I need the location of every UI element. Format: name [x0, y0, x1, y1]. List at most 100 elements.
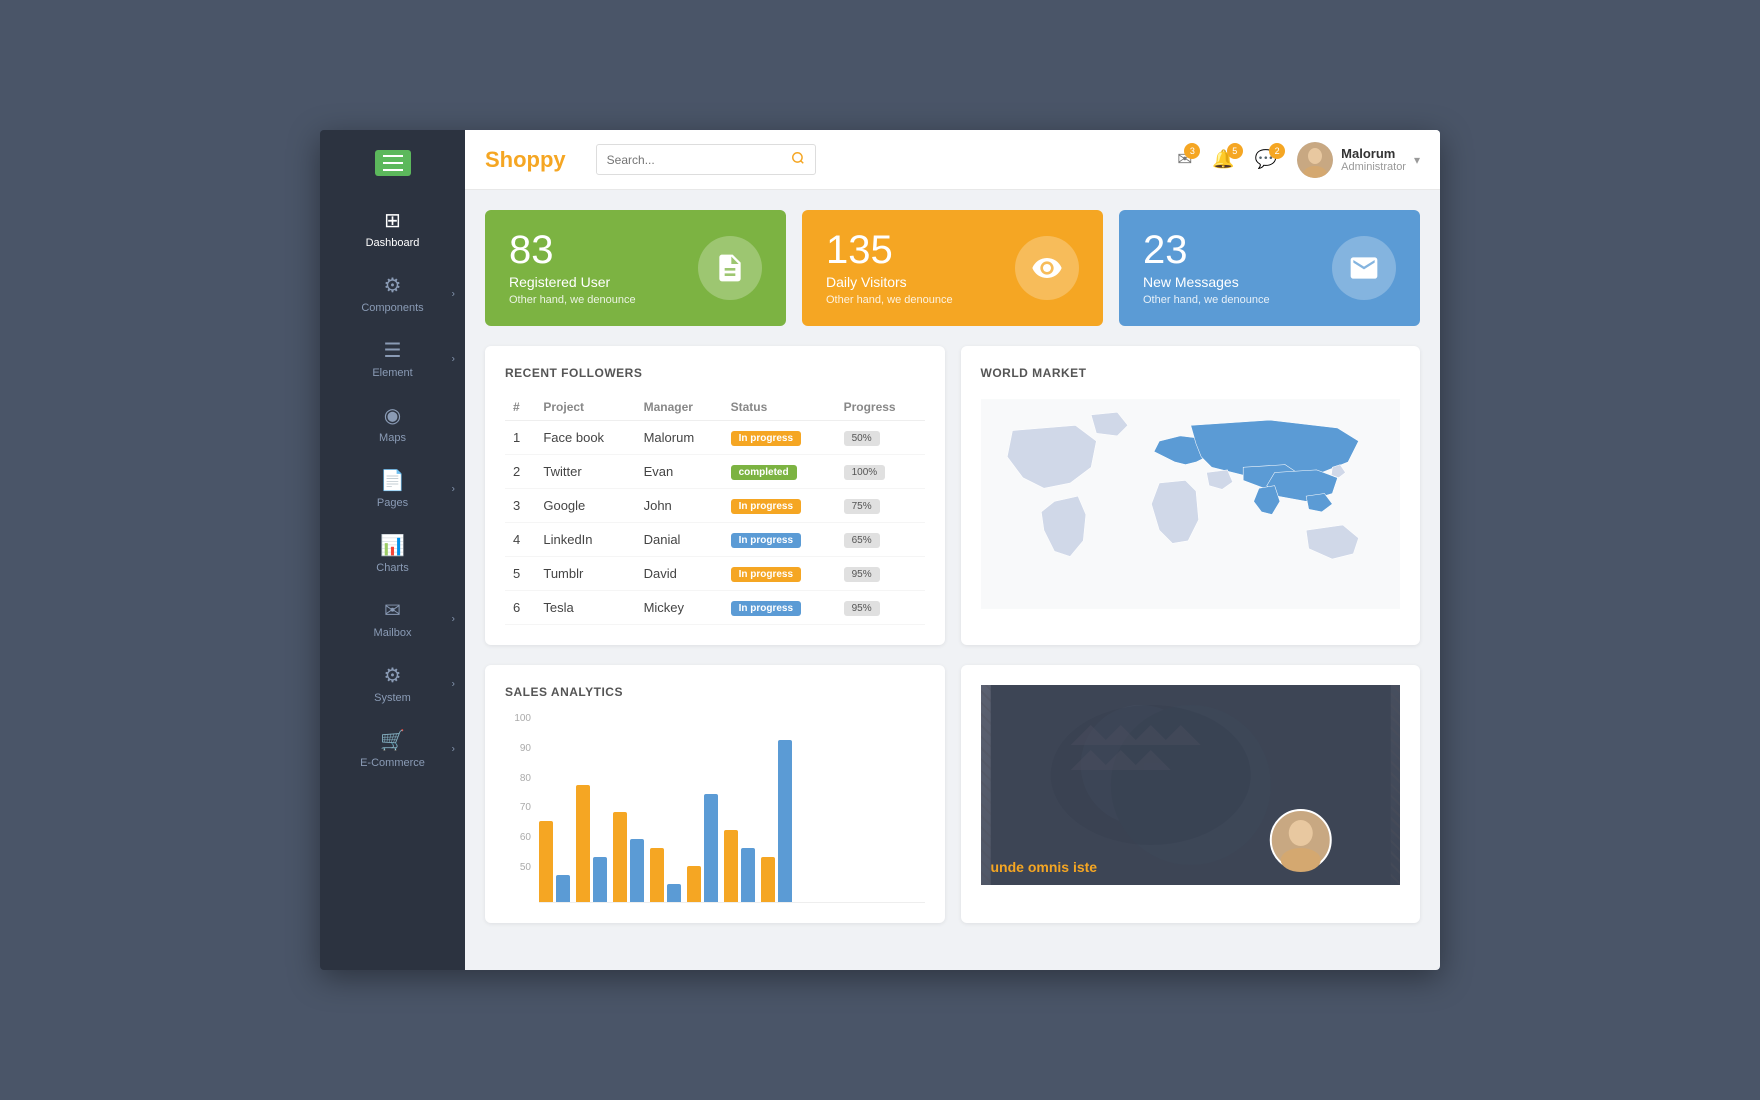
stat-card-left-messages: 23 New Messages Other hand, we denounce: [1143, 230, 1270, 306]
sidebar-item-label: Pages: [377, 497, 408, 509]
user-profile[interactable]: Malorum Administrator ▾: [1297, 142, 1420, 178]
chart-bars: [539, 723, 925, 903]
sidebar-item-components[interactable]: ⚙ Components ›: [320, 261, 465, 326]
cell-status: In progress: [723, 557, 836, 591]
bar-orange: [576, 785, 590, 902]
cell-status: In progress: [723, 591, 836, 625]
table-row: 5 Tumblr David In progress 95%: [505, 557, 925, 591]
sidebar-item-label: Charts: [376, 562, 408, 574]
sidebar-item-label: Components: [361, 302, 423, 314]
cell-status: completed: [723, 455, 836, 489]
cell-num: 6: [505, 591, 535, 625]
stat-label-messages: New Messages: [1143, 274, 1270, 290]
world-map-svg: [981, 394, 1401, 614]
cell-project: Twitter: [535, 455, 635, 489]
sidebar-item-element[interactable]: ☰ Element ›: [320, 326, 465, 391]
bar-orange: [687, 866, 701, 902]
bar-blue: [667, 884, 681, 902]
stat-icon-registered: [698, 236, 762, 300]
bar-group: [687, 794, 718, 902]
table-row: 1 Face book Malorum In progress 50%: [505, 421, 925, 455]
maps-icon: ◉: [384, 403, 401, 428]
notifications-badge: 3: [1184, 143, 1200, 159]
progress-badge: 95%: [844, 601, 880, 616]
col-status: Status: [723, 394, 836, 421]
user-role: Administrator: [1341, 161, 1406, 173]
bar-orange: [724, 830, 738, 902]
sidebar-item-system[interactable]: ⚙ System ›: [320, 651, 465, 716]
sidebar: ⊞ Dashboard ⚙ Components › ☰ Element › ◉…: [320, 130, 465, 970]
cell-manager: Danial: [636, 523, 723, 557]
cell-manager: David: [636, 557, 723, 591]
cell-progress: 95%: [836, 591, 925, 625]
bottom-section: SALES ANALYTICS 100 90 80 70 60 50: [485, 665, 1420, 923]
stat-label-visitors: Daily Visitors: [826, 274, 953, 290]
sidebar-item-dashboard[interactable]: ⊞ Dashboard: [320, 196, 465, 261]
messages-button[interactable]: 💬 2: [1255, 149, 1277, 170]
col-num: #: [505, 394, 535, 421]
app-wrapper: ⊞ Dashboard ⚙ Components › ☰ Element › ◉…: [320, 130, 1440, 970]
mailbox-icon: ✉: [384, 598, 401, 623]
bar-group: [724, 830, 755, 902]
cell-progress: 100%: [836, 455, 925, 489]
components-icon: ⚙: [384, 273, 402, 298]
notifications-button[interactable]: ✉ 3: [1177, 149, 1192, 170]
cell-progress: 50%: [836, 421, 925, 455]
chart-area: 100 90 80 70 60 50: [505, 713, 925, 903]
cell-project: Face book: [535, 421, 635, 455]
bar-orange: [613, 812, 627, 902]
status-badge: In progress: [731, 533, 801, 548]
sidebar-item-maps[interactable]: ◉ Maps: [320, 391, 465, 456]
world-market-card: WORLD MARKET: [961, 346, 1421, 645]
stat-icon-visitors: [1015, 236, 1079, 300]
progress-badge: 50%: [844, 431, 880, 446]
cell-status: In progress: [723, 489, 836, 523]
sales-analytics-card: SALES ANALYTICS 100 90 80 70 60 50: [485, 665, 945, 923]
alerts-button[interactable]: 🔔 5: [1212, 149, 1234, 170]
progress-badge: 100%: [844, 465, 886, 480]
chevron-right-icon: ›: [452, 743, 455, 754]
sidebar-item-label: System: [374, 692, 411, 704]
stat-desc-registered: Other hand, we denounce: [509, 294, 636, 306]
stat-desc-messages: Other hand, we denounce: [1143, 294, 1270, 306]
search-icon: [791, 151, 805, 165]
bar-blue: [741, 848, 755, 902]
bar-blue: [630, 839, 644, 902]
sales-analytics-title: SALES ANALYTICS: [505, 685, 925, 699]
stat-number-registered: 83: [509, 230, 636, 270]
lower-section: RECENT FOLLOWERS # Project Manager Statu…: [485, 346, 1420, 645]
table-row: 2 Twitter Evan completed 100%: [505, 455, 925, 489]
cell-manager: Malorum: [636, 421, 723, 455]
sidebar-item-pages[interactable]: 📄 Pages ›: [320, 456, 465, 521]
chevron-right-icon: ›: [452, 288, 455, 299]
search-input[interactable]: [597, 147, 781, 173]
header-icons: ✉ 3 🔔 5 💬 2: [1177, 149, 1277, 170]
dashboard-icon: ⊞: [384, 208, 401, 233]
cell-progress: 75%: [836, 489, 925, 523]
world-map-container: [981, 394, 1401, 614]
search-button[interactable]: [781, 145, 815, 174]
bar-group: [650, 848, 681, 902]
progress-badge: 75%: [844, 499, 880, 514]
cell-num: 3: [505, 489, 535, 523]
sidebar-item-mailbox[interactable]: ✉ Mailbox ›: [320, 586, 465, 651]
search-box[interactable]: [596, 144, 816, 175]
world-market-title: WORLD MARKET: [981, 366, 1401, 380]
sidebar-item-charts[interactable]: 📊 Charts: [320, 521, 465, 586]
col-project: Project: [535, 394, 635, 421]
cell-progress: 65%: [836, 523, 925, 557]
stat-number-messages: 23: [1143, 230, 1270, 270]
sidebar-item-label: Dashboard: [366, 237, 420, 249]
stat-card-left-registered: 83 Registered User Other hand, we denoun…: [509, 230, 636, 306]
cell-manager: John: [636, 489, 723, 523]
menu-toggle-button[interactable]: [375, 150, 411, 176]
status-badge: In progress: [731, 431, 801, 446]
col-manager: Manager: [636, 394, 723, 421]
bar-group: [576, 785, 607, 902]
table-row: 3 Google John In progress 75%: [505, 489, 925, 523]
followers-table: # Project Manager Status Progress 1 Face…: [505, 394, 925, 625]
system-icon: ⚙: [384, 663, 402, 688]
sidebar-item-ecommerce[interactable]: 🛒 E-Commerce ›: [320, 716, 465, 781]
messages-badge: 2: [1269, 143, 1285, 159]
cell-manager: Mickey: [636, 591, 723, 625]
